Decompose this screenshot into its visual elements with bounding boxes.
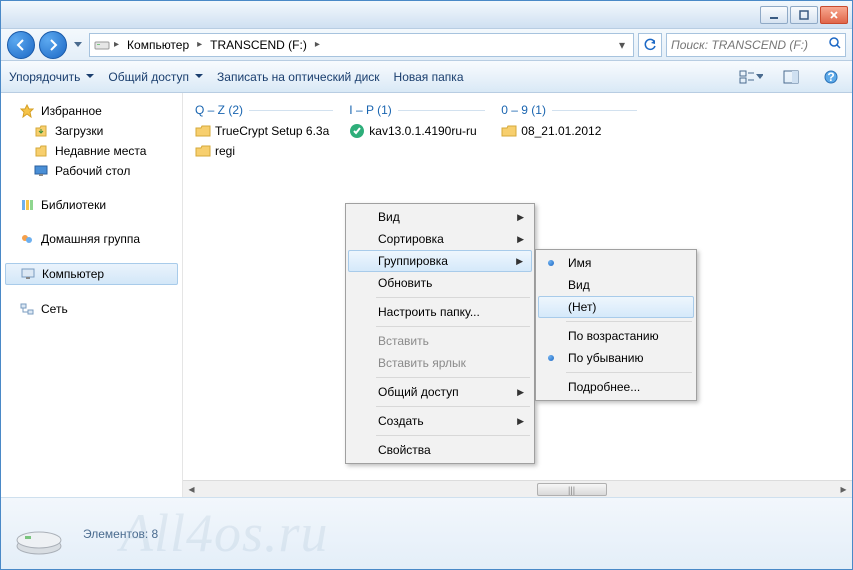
radio-checked-icon xyxy=(546,258,556,268)
sidebar-homegroup[interactable]: Домашняя группа xyxy=(1,229,182,249)
svg-text:?: ? xyxy=(827,70,834,84)
forward-button[interactable] xyxy=(39,31,67,59)
scroll-left-button[interactable]: ◂ xyxy=(183,481,200,498)
navigation-pane: Избранное Загрузки Недавние места Рабочи… xyxy=(1,93,183,497)
ctx-paste-shortcut: Вставить ярлык xyxy=(348,352,532,374)
ctx-share[interactable]: Общий доступ▶ xyxy=(348,381,532,403)
help-button[interactable]: ? xyxy=(818,66,844,88)
submenu-arrow-icon: ▶ xyxy=(517,212,524,223)
search-icon[interactable] xyxy=(828,36,842,53)
details-pane: Элементов: 8 xyxy=(1,497,852,569)
share-menu[interactable]: Общий доступ xyxy=(108,70,203,84)
context-submenu-group: Имя Вид (Нет) По возрастанию По убыванию… xyxy=(535,249,697,401)
scroll-thumb[interactable]: ||| xyxy=(537,483,607,496)
scroll-right-button[interactable]: ▸ xyxy=(835,481,852,498)
ctx-group-type[interactable]: Вид xyxy=(538,274,694,296)
breadcrumb-computer[interactable]: Компьютер xyxy=(123,34,193,56)
organize-menu[interactable]: Упорядочить xyxy=(9,70,94,84)
maximize-button[interactable] xyxy=(790,6,818,24)
homegroup-icon xyxy=(19,231,35,247)
new-folder-button[interactable]: Новая папка xyxy=(394,70,464,84)
file-item[interactable]: TrueCrypt Setup 6.3a xyxy=(191,121,333,141)
ctx-sort[interactable]: Сортировка▶ xyxy=(348,228,532,250)
submenu-arrow-icon: ▶ xyxy=(517,234,524,245)
desktop-icon xyxy=(33,163,49,179)
sidebar-favorites[interactable]: Избранное xyxy=(1,101,182,121)
chevron-right-icon[interactable]: ▸ xyxy=(195,39,204,50)
chevron-right-icon[interactable]: ▸ xyxy=(313,39,322,50)
drive-large-icon xyxy=(13,508,65,560)
nav-history-dropdown[interactable] xyxy=(71,35,85,55)
back-button[interactable] xyxy=(7,31,35,59)
minimize-button[interactable] xyxy=(760,6,788,24)
group-header[interactable]: I – P (1) xyxy=(345,101,485,121)
drive-icon xyxy=(94,37,110,53)
recent-icon xyxy=(33,143,49,159)
refresh-button[interactable] xyxy=(638,33,662,57)
ctx-group[interactable]: Группировка▶ xyxy=(348,250,532,272)
sidebar-computer[interactable]: Компьютер xyxy=(5,263,178,285)
ctx-refresh[interactable]: Обновить xyxy=(348,272,532,294)
context-menu: Вид▶ Сортировка▶ Группировка▶ Обновить Н… xyxy=(345,203,535,464)
libraries-icon xyxy=(19,197,35,213)
ctx-customize[interactable]: Настроить папку... xyxy=(348,301,532,323)
view-options-button[interactable] xyxy=(738,66,764,88)
file-item[interactable]: kav13.0.1.4190ru-ru xyxy=(345,121,485,141)
ctx-group-desc[interactable]: По убыванию xyxy=(538,347,694,369)
group-header[interactable]: 0 – 9 (1) xyxy=(497,101,637,121)
sidebar-libraries[interactable]: Библиотеки xyxy=(1,195,182,215)
ctx-new[interactable]: Создать▶ xyxy=(348,410,532,432)
ctx-group-asc[interactable]: По возрастанию xyxy=(538,325,694,347)
chevron-right-icon[interactable]: ▸ xyxy=(112,39,121,50)
close-button[interactable] xyxy=(820,6,848,24)
ctx-properties[interactable]: Свойства xyxy=(348,439,532,461)
breadcrumb-drive[interactable]: TRANSCEND (F:) xyxy=(206,34,311,56)
preview-pane-button[interactable] xyxy=(778,66,804,88)
submenu-arrow-icon: ▶ xyxy=(517,387,524,398)
star-icon xyxy=(19,103,35,119)
file-item[interactable]: regi xyxy=(191,141,333,161)
search-box[interactable] xyxy=(666,33,846,57)
navigation-bar: ▸ Компьютер ▸ TRANSCEND (F:) ▸ ▾ xyxy=(1,29,852,61)
sidebar-network[interactable]: Сеть xyxy=(1,299,182,319)
toolbar: Упорядочить Общий доступ Записать на опт… xyxy=(1,61,852,93)
horizontal-scrollbar[interactable]: ◂ ||| ▸ xyxy=(183,480,852,497)
sidebar-desktop[interactable]: Рабочий стол xyxy=(1,161,182,181)
downloads-icon xyxy=(33,123,49,139)
ctx-group-more[interactable]: Подробнее... xyxy=(538,376,694,398)
file-item[interactable]: 08_21.01.2012 xyxy=(497,121,637,141)
burn-button[interactable]: Записать на оптический диск xyxy=(217,70,380,84)
folder-icon xyxy=(195,123,211,139)
titlebar xyxy=(1,1,852,29)
radio-checked-icon xyxy=(546,353,556,363)
submenu-arrow-icon: ▶ xyxy=(517,416,524,427)
computer-icon xyxy=(20,266,36,282)
sidebar-downloads[interactable]: Загрузки xyxy=(1,121,182,141)
breadcrumb[interactable]: ▸ Компьютер ▸ TRANSCEND (F:) ▸ ▾ xyxy=(89,33,634,57)
group-header[interactable]: Q – Z (2) xyxy=(191,101,333,121)
sidebar-recent[interactable]: Недавние места xyxy=(1,141,182,161)
search-input[interactable] xyxy=(671,38,828,52)
ctx-group-name[interactable]: Имя xyxy=(538,252,694,274)
file-group: Q – Z (2) TrueCrypt Setup 6.3a regi xyxy=(191,101,333,161)
item-count-label: Элементов: 8 xyxy=(83,527,158,541)
ctx-paste: Вставить xyxy=(348,330,532,352)
ctx-group-none[interactable]: (Нет) xyxy=(538,296,694,318)
submenu-arrow-icon: ▶ xyxy=(516,256,523,267)
file-group: 0 – 9 (1) 08_21.01.2012 xyxy=(497,101,637,161)
folder-icon xyxy=(501,123,517,139)
scroll-track[interactable]: ||| xyxy=(200,481,835,497)
app-icon xyxy=(349,123,365,139)
folder-icon xyxy=(195,143,211,159)
ctx-view[interactable]: Вид▶ xyxy=(348,206,532,228)
breadcrumb-dropdown[interactable]: ▾ xyxy=(615,38,629,52)
network-icon xyxy=(19,301,35,317)
file-group: I – P (1) kav13.0.1.4190ru-ru xyxy=(345,101,485,161)
